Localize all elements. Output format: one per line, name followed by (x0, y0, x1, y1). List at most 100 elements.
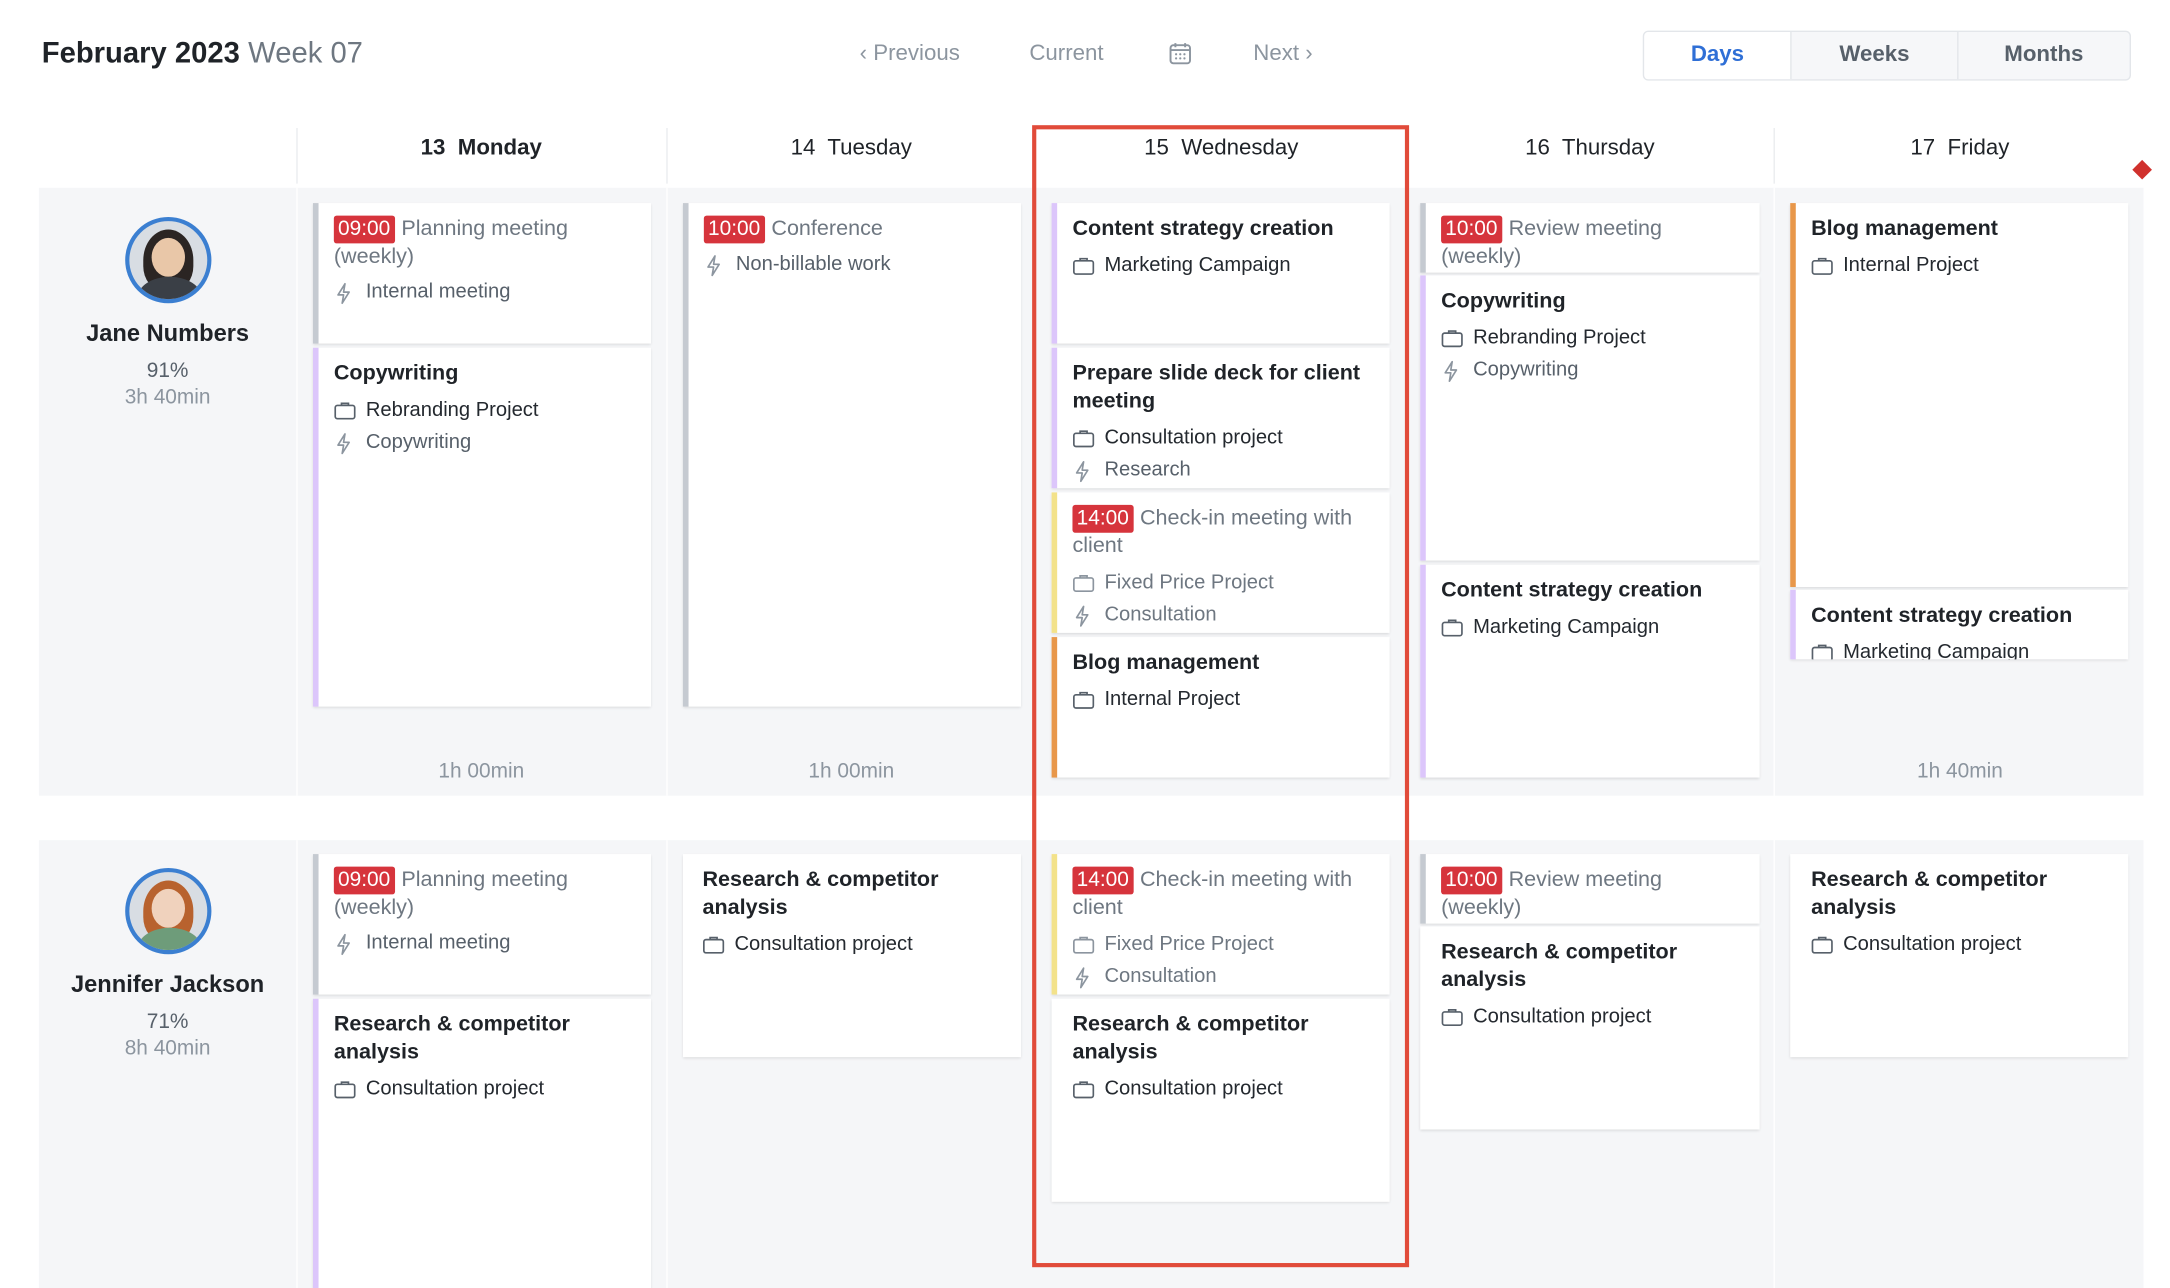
person-hours: 8h 40min (124, 1036, 211, 1060)
task-card[interactable]: Blog management Internal Project (1051, 637, 1390, 778)
day-total: 1h 40min (1916, 759, 2003, 784)
task-title: Content strategy creation (1811, 603, 2073, 628)
task-card[interactable]: Research & competitor analysis Consultat… (1420, 926, 1760, 1130)
task-card[interactable]: Content strategy creation Marketing Camp… (1790, 589, 2129, 660)
task-title: Research & competitor analysis (702, 867, 939, 920)
task-card[interactable]: Content strategy creation Marketing Camp… (1051, 203, 1390, 344)
briefcase-icon (1811, 256, 1833, 275)
task-project: Marketing Campaign (1473, 616, 1660, 639)
previous-button[interactable]: ‹ Previous (860, 42, 960, 67)
task-project: Fixed Price Project (1104, 933, 1274, 956)
task-project: Internal Project (1104, 688, 1241, 711)
time-badge: 14:00 (1072, 866, 1134, 895)
view-months-button[interactable]: Months (1958, 32, 2130, 79)
task-card[interactable]: Copywriting Rebranding Project Copywriti… (312, 347, 651, 707)
person-jane-numbers[interactable]: Jane Numbers 91% 3h 40min (39, 216, 296, 409)
task-card[interactable]: Prepare slide deck for client meeting Co… (1051, 347, 1390, 489)
task-card[interactable]: Copywriting Rebranding Project Copywriti… (1420, 275, 1760, 561)
task-tag: Copywriting (1473, 358, 1579, 382)
current-button[interactable]: Current (1029, 42, 1103, 67)
task-card[interactable]: Content strategy creation Marketing Camp… (1420, 564, 1760, 778)
task-card[interactable]: Research & competitor analysis Consultat… (1051, 998, 1390, 1202)
view-weeks-button[interactable]: Weeks (1792, 31, 1959, 80)
task-tag: Consultation (1104, 965, 1217, 988)
task-project: Consultation project (1473, 1005, 1652, 1028)
calendar-icon[interactable] (1168, 42, 1192, 73)
person-jennifer-jackson[interactable]: Jennifer Jackson 71% 8h 40min (39, 867, 296, 1060)
task-card[interactable]: Research & competitor analysis Consultat… (312, 998, 651, 1288)
next-button[interactable]: Next › (1253, 42, 1312, 67)
briefcase-icon (1072, 428, 1095, 448)
bolt-icon (334, 933, 356, 956)
view-days-button[interactable]: Days (1644, 31, 1793, 80)
time-badge: 09:00 (333, 215, 395, 244)
chevron-left-icon: ‹ (859, 41, 868, 66)
person-percent: 91% (146, 358, 189, 383)
person-hours: 3h 40min (124, 385, 211, 409)
day-header-friday: 17 Friday (1910, 136, 2010, 160)
week-label: Week 07 (248, 37, 363, 70)
task-card[interactable]: 10:00 Review meeting (weekly) (1420, 203, 1760, 273)
briefcase-icon (334, 401, 356, 420)
briefcase-icon (1072, 256, 1095, 275)
briefcase-icon (1441, 618, 1463, 637)
time-badge: 10:00 (703, 215, 765, 244)
day-header-tuesday: 14 Tuesday (790, 136, 912, 160)
task-card[interactable]: 09:00 Planning meeting (weekly) Internal … (312, 854, 651, 995)
person-name: Jane Numbers (86, 319, 250, 347)
bolt-icon (334, 433, 356, 455)
person-percent: 71% (146, 1009, 189, 1034)
task-tag: Internal meeting (365, 931, 511, 955)
day-header-thursday: 16 Thursday (1525, 136, 1655, 160)
briefcase-icon (702, 935, 725, 954)
today-marker (2132, 159, 2152, 180)
task-project: Consultation project (1843, 933, 2022, 956)
briefcase-icon (1072, 573, 1095, 593)
briefcase-icon (1441, 1007, 1463, 1027)
task-title: Research & competitor analysis (333, 1012, 570, 1065)
briefcase-icon (1811, 935, 1833, 954)
task-card[interactable]: 14:00 Check-in meeting with client Fixed … (1051, 492, 1390, 633)
task-project: Consultation project (1104, 427, 1283, 450)
day-header-monday: 13 Monday (420, 136, 542, 160)
day-header-wednesday: 15 Wednesday (1144, 136, 1299, 160)
task-project: Marketing Campaign (1104, 254, 1291, 277)
view-switcher: Days Weeks Months (1642, 30, 2132, 81)
page-title: February 2023 Week 07 (42, 38, 363, 71)
briefcase-icon (1072, 935, 1095, 954)
task-tag: Copywriting (365, 431, 472, 454)
task-project: Rebranding Project (1473, 326, 1646, 350)
chevron-right-icon: › (1305, 41, 1313, 66)
task-project: Consultation project (734, 933, 913, 956)
month-label: February 2023 (41, 37, 240, 70)
avatar (124, 216, 211, 304)
task-title: Research & competitor analysis (1811, 867, 2048, 920)
avatar (124, 867, 211, 955)
task-project: Fixed Price Project (1104, 571, 1274, 594)
time-badge: 09:00 (333, 866, 395, 895)
task-tag: Internal meeting (365, 280, 511, 304)
person-name: Jennifer Jackson (71, 970, 265, 998)
task-card[interactable]: 10:00 Review meeting (weekly) (1420, 854, 1760, 924)
bolt-icon (704, 255, 726, 277)
task-card[interactable]: Research & competitor analysis Consultat… (682, 854, 1021, 1058)
task-title: Content strategy creation (1072, 216, 1334, 241)
task-tag: Consultation (1104, 603, 1217, 626)
task-project: Consultation project (1104, 1078, 1283, 1101)
task-card[interactable]: Blog management Internal Project (1790, 203, 2129, 588)
task-title: Blog management (1072, 650, 1260, 675)
task-card[interactable]: Research & competitor analysis Consultat… (1790, 854, 2129, 1058)
task-card[interactable]: 10:00 Conference Non-billable work (682, 203, 1021, 707)
briefcase-icon (1072, 1079, 1095, 1099)
task-project: Internal Project (1843, 254, 1979, 277)
task-card[interactable]: 14:00 Check-in meeting with client Fixed … (1051, 854, 1390, 995)
task-tag: Research (1104, 459, 1191, 482)
time-badge: 10:00 (1441, 866, 1502, 895)
task-project: Consultation project (365, 1078, 545, 1101)
bolt-icon (1072, 460, 1094, 483)
briefcase-icon (1072, 690, 1095, 709)
bolt-icon (1072, 605, 1094, 627)
task-title: Blog management (1811, 216, 1998, 241)
task-title: Research & competitor analysis (1072, 1012, 1309, 1065)
task-card[interactable]: 09:00 Planning meeting (weekly) Internal … (312, 203, 651, 344)
